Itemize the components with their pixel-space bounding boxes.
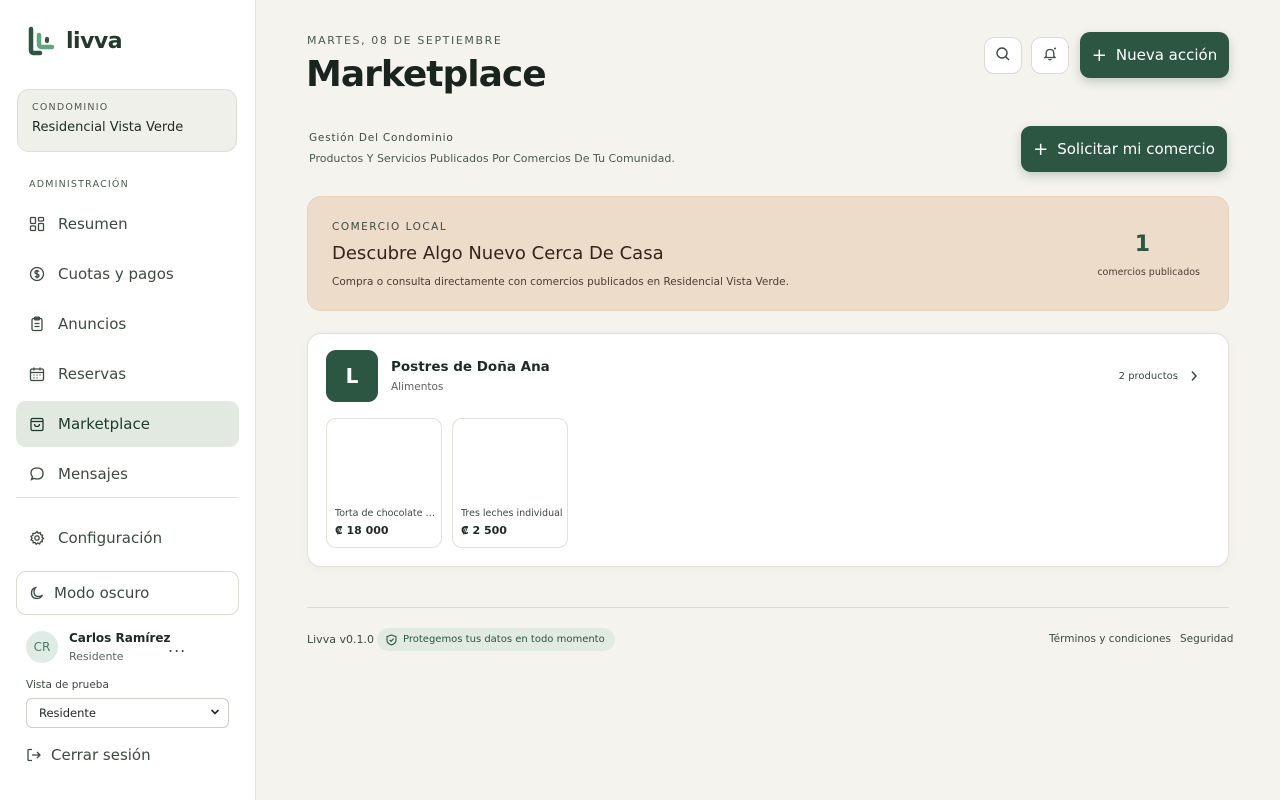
local-commerce-banner: COMERCIO LOCAL Descubre Algo Nuevo Cerca… xyxy=(307,196,1229,311)
sidebar-item-anuncios[interactable]: Anuncios xyxy=(16,301,239,347)
merchant-logo: L xyxy=(326,350,378,402)
preview-view-label: Vista de prueba xyxy=(26,679,109,691)
app-logo[interactable]: livva xyxy=(28,26,123,56)
sidebar-item-label: Configuración xyxy=(58,529,163,547)
product-card[interactable]: Torta de chocolate (... ₡ 18 000 xyxy=(326,418,442,548)
grid-icon xyxy=(29,216,45,232)
product-card[interactable]: Tres leches individual ₡ 2 500 xyxy=(452,418,568,548)
sidebar-item-label: Anuncios xyxy=(58,315,127,333)
sidebar-item-cuotas[interactable]: Cuotas y pagos xyxy=(16,251,239,297)
merchant-category: Alimentos xyxy=(391,381,444,393)
product-price: ₡ 2 500 xyxy=(461,524,507,537)
notifications-button[interactable] xyxy=(1031,37,1069,74)
dark-mode-toggle[interactable]: Modo oscuro xyxy=(16,571,239,615)
sidebar-item-label: Cuotas y pagos xyxy=(58,265,174,283)
security-badge-text: Protegemos tus datos en todo momento xyxy=(403,634,605,645)
chevron-right-icon xyxy=(1190,370,1198,382)
request-commerce-label: Solicitar mi comercio xyxy=(1057,140,1215,158)
new-action-button[interactable]: + Nueva acción xyxy=(1080,32,1229,78)
sidebar-item-configuracion[interactable]: Configuración xyxy=(16,515,239,561)
product-name: Torta de chocolate (... xyxy=(335,508,437,519)
condo-selector[interactable]: CONDOMINIO Residencial Vista Verde xyxy=(17,89,237,152)
preview-view-select[interactable]: Residente xyxy=(26,698,229,728)
chat-bubble-icon xyxy=(29,466,45,482)
banner-description: Compra o consulta directamente con comer… xyxy=(332,276,789,288)
avatar: CR xyxy=(26,631,58,663)
shopping-bag-icon xyxy=(29,416,45,432)
security-badge: Protegemos tus datos en todo momento xyxy=(377,628,615,651)
bell-icon xyxy=(1042,46,1058,66)
logout-icon xyxy=(26,747,42,763)
product-name: Tres leches individual xyxy=(461,508,563,519)
dollar-circle-icon xyxy=(29,266,45,282)
sidebar-item-resumen[interactable]: Resumen xyxy=(16,201,239,247)
plus-icon: + xyxy=(1033,138,1049,160)
banner-label: COMERCIO LOCAL xyxy=(332,221,448,233)
gear-icon xyxy=(29,530,45,546)
new-action-label: Nueva acción xyxy=(1115,46,1218,64)
section-label-admin: ADMINISTRACIÓN xyxy=(29,179,129,190)
logout-label: Cerrar sesión xyxy=(51,746,151,764)
plus-icon: + xyxy=(1091,44,1107,66)
security-link[interactable]: Seguridad xyxy=(1180,633,1233,645)
preview-view-value: Residente xyxy=(39,706,96,720)
search-icon xyxy=(995,46,1011,66)
main-content: MARTES, 08 DE SEPTIEMBRE Marketplace + N… xyxy=(256,0,1280,800)
app-name: livva xyxy=(66,28,123,54)
calendar-icon xyxy=(29,366,45,382)
subsection-title: Gestión Del Condominio xyxy=(309,132,454,144)
user-profile[interactable]: CR Carlos Ramírez Residente ... xyxy=(26,629,226,665)
sidebar-item-label: Reservas xyxy=(58,365,127,383)
current-date: MARTES, 08 DE SEPTIEMBRE xyxy=(307,34,503,47)
app-version: Livva v0.1.0 xyxy=(307,633,374,646)
sidebar-item-marketplace[interactable]: Marketplace xyxy=(16,401,239,447)
sidebar-item-reservas[interactable]: Reservas xyxy=(16,351,239,397)
user-info: Carlos Ramírez Residente xyxy=(69,631,171,663)
terms-link[interactable]: Términos y condiciones xyxy=(1049,633,1171,645)
request-commerce-button[interactable]: + Solicitar mi comercio xyxy=(1021,126,1227,172)
merchant-products-link[interactable]: 2 productos xyxy=(1119,370,1198,382)
livva-logo-icon xyxy=(28,26,55,56)
products-count: 2 productos xyxy=(1118,370,1178,382)
published-commerce-count: 1 xyxy=(1134,232,1150,257)
banner-title: Descubre Algo Nuevo Cerca De Casa xyxy=(332,243,664,264)
footer-divider xyxy=(307,607,1229,608)
page-title: Marketplace xyxy=(306,54,547,95)
sidebar-divider xyxy=(16,497,239,498)
sidebar-item-label: Resumen xyxy=(58,215,128,233)
logout-button[interactable]: Cerrar sesión xyxy=(26,746,151,764)
condo-name: Residencial Vista Verde xyxy=(32,120,184,135)
moon-icon xyxy=(29,585,45,601)
user-role: Residente xyxy=(69,650,124,663)
subsection-description: Productos Y Servicios Publicados Por Com… xyxy=(309,152,675,165)
sidebar-item-mensajes[interactable]: Mensajes xyxy=(16,451,239,497)
condo-label: CONDOMINIO xyxy=(32,102,109,113)
shield-icon xyxy=(386,633,397,646)
merchant-card[interactable]: L Postres de Doña Ana Alimentos 2 produc… xyxy=(307,333,1229,567)
sidebar-item-label: Mensajes xyxy=(58,465,128,483)
sidebar: livva CONDOMINIO Residencial Vista Verde… xyxy=(0,0,256,800)
product-price: ₡ 18 000 xyxy=(335,524,389,537)
sidebar-item-label: Marketplace xyxy=(58,415,150,433)
more-options-button[interactable]: ... xyxy=(168,637,186,656)
search-button[interactable] xyxy=(984,37,1022,74)
user-name: Carlos Ramírez xyxy=(69,631,171,645)
dark-mode-label: Modo oscuro xyxy=(54,584,150,602)
chevron-down-icon xyxy=(210,706,220,720)
published-commerce-label: comercios publicados xyxy=(1097,267,1200,278)
clipboard-icon xyxy=(29,316,45,332)
merchant-name: Postres de Doña Ana xyxy=(391,359,550,375)
